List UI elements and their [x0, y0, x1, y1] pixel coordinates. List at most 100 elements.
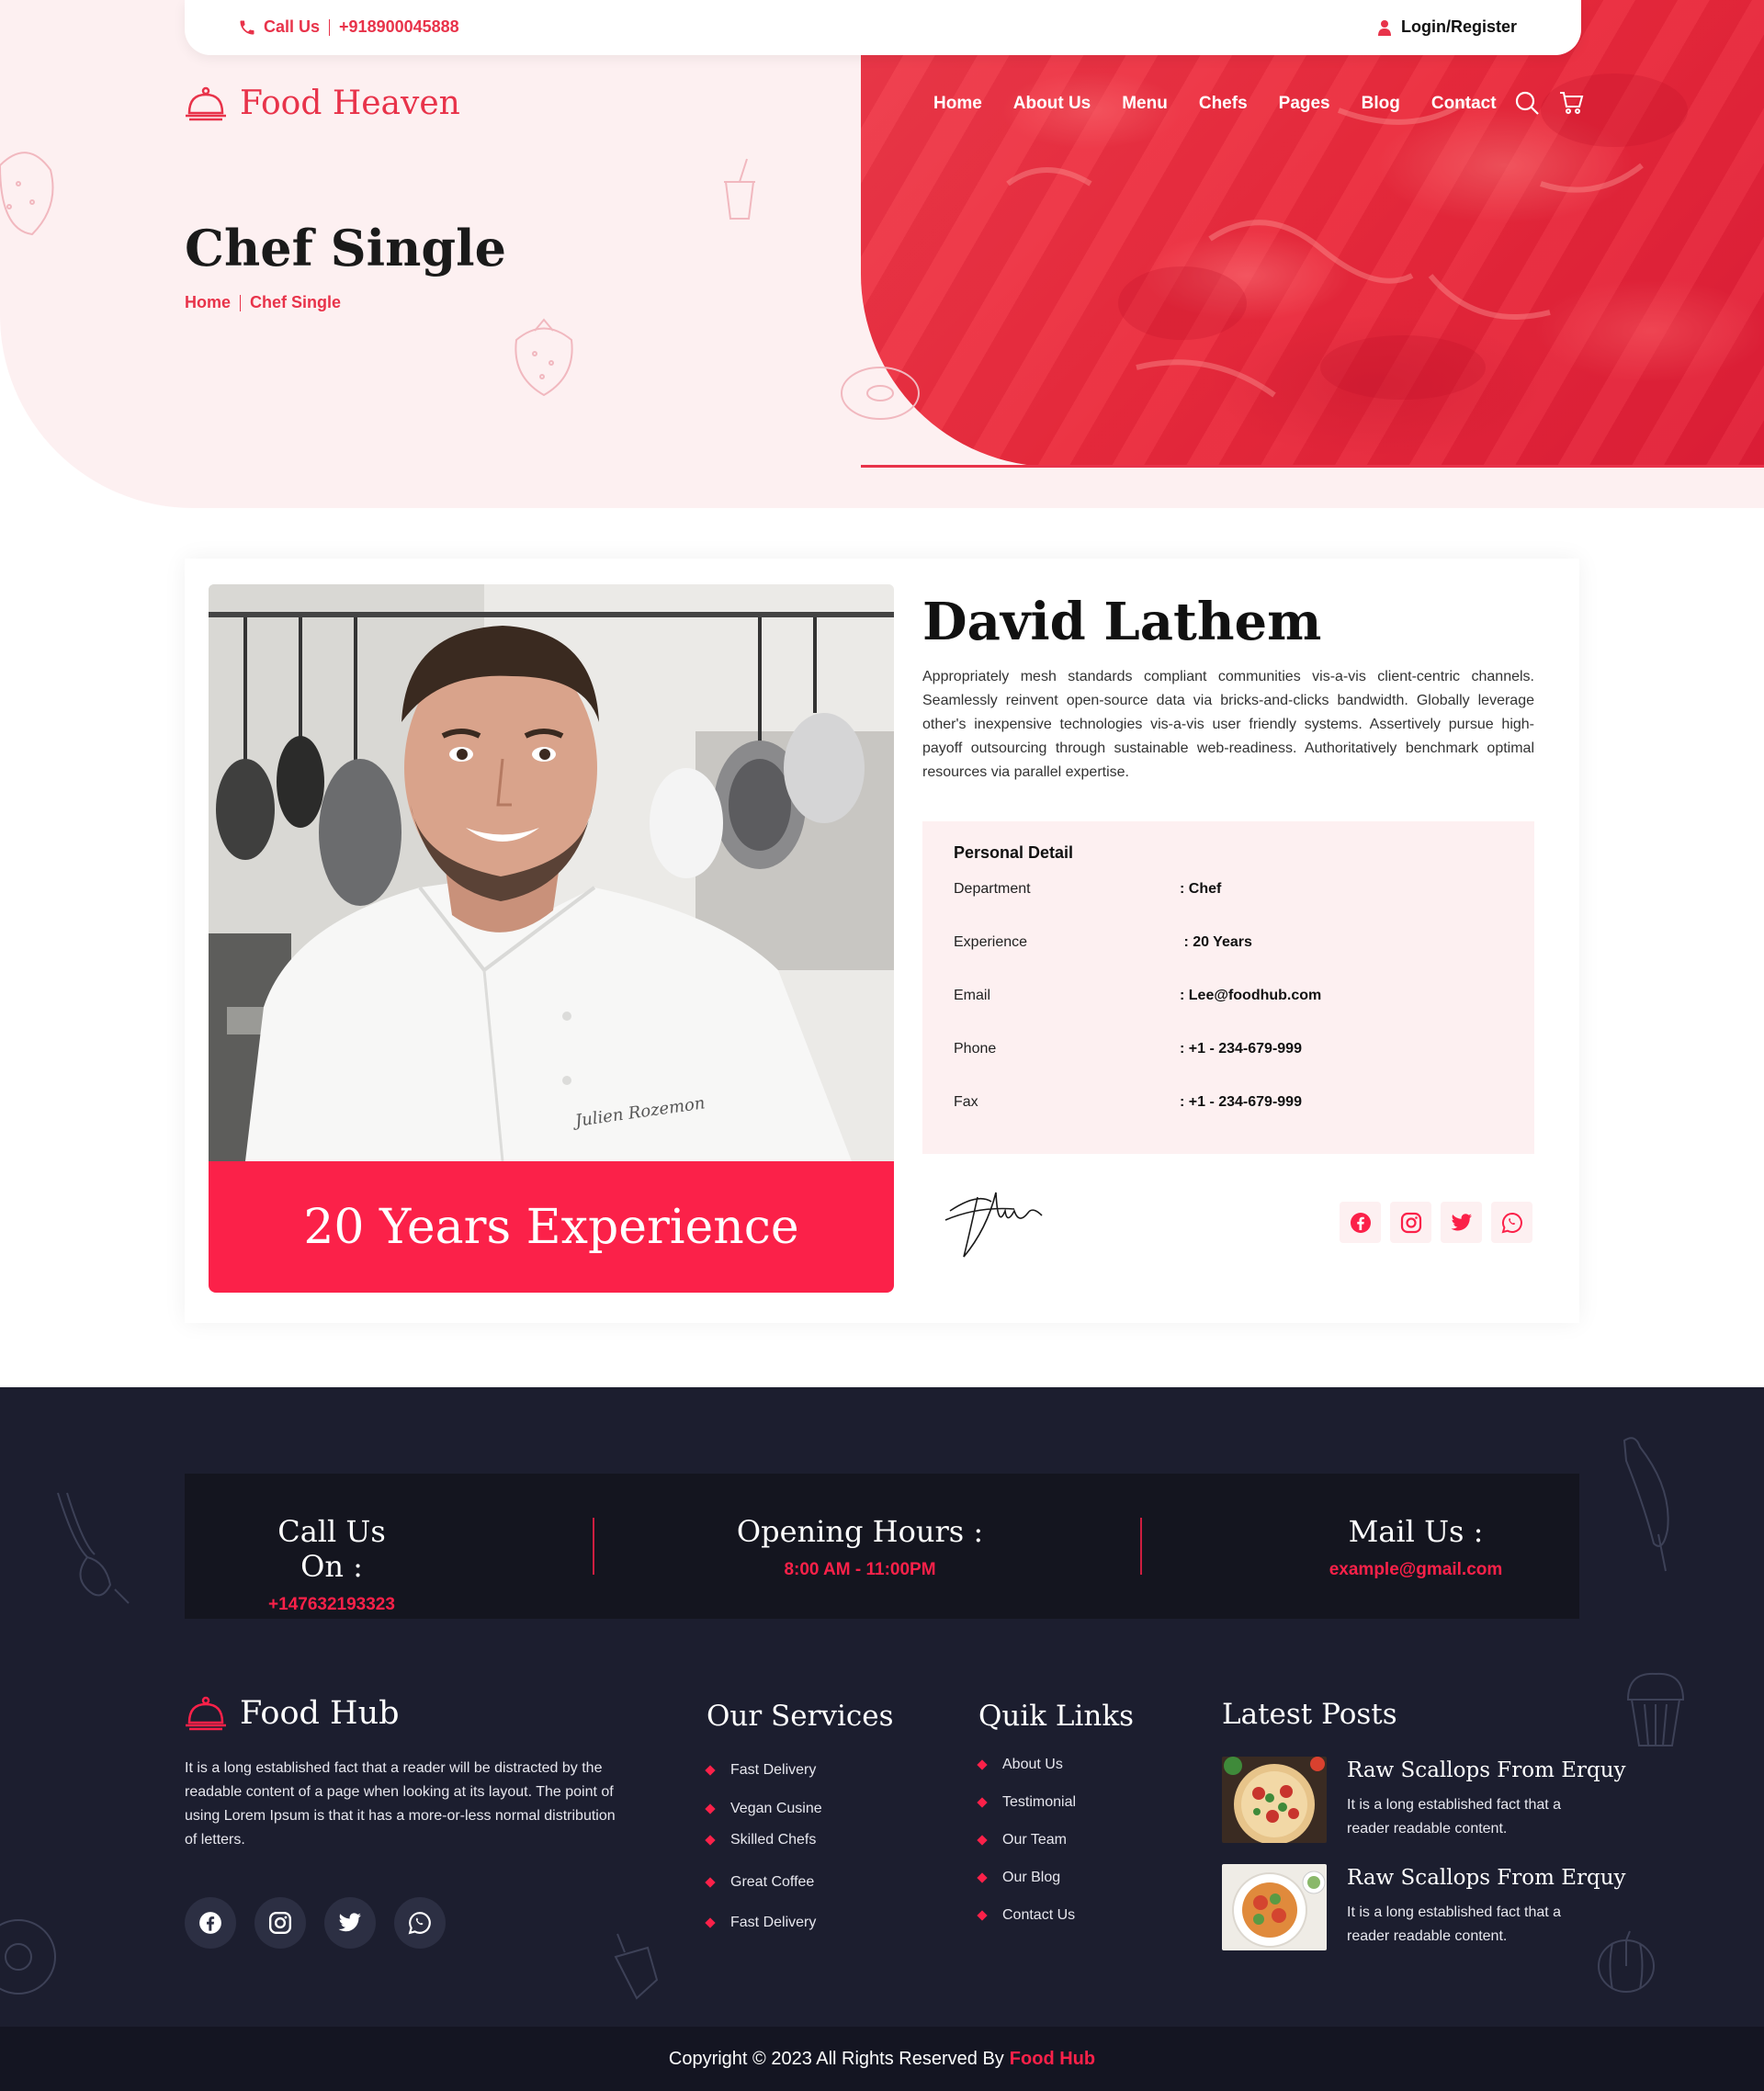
detail-label: Fax — [954, 1094, 978, 1110]
nav-contact[interactable]: Contact — [1431, 94, 1497, 114]
detail-value[interactable]: : Lee@foodhub.com — [1180, 988, 1321, 1041]
experience-banner-text: 20 Years Experience — [303, 1199, 799, 1255]
footer-logo[interactable]: Food Hub — [185, 1695, 400, 1732]
quick-links-title: Quik Links — [978, 1700, 1135, 1733]
brand-name: Food Heaven — [240, 85, 460, 122]
main-nav: Home About Us Menu Chefs Pages Blog Cont… — [933, 94, 1497, 114]
instagram-icon — [268, 1911, 292, 1935]
strawberry-doodle-icon-2 — [514, 318, 573, 397]
quick-link[interactable]: Testimonial — [977, 1783, 1134, 1821]
nav-menu[interactable]: Menu — [1122, 94, 1168, 114]
twitter-icon — [338, 1913, 361, 1932]
post-thumbnail-salad — [1222, 1864, 1327, 1950]
opening-hours-block: Opening Hours : 8:00 AM - 11:00PM — [736, 1514, 984, 1580]
detail-label: Experience — [954, 934, 1028, 950]
services-item[interactable]: Fast Delivery — [705, 1753, 894, 1788]
band-divider — [593, 1518, 594, 1575]
personal-detail-box: Personal Detail Department : Chef Experi… — [922, 821, 1534, 1154]
mail-us-address[interactable]: example@gmail.com — [1324, 1560, 1508, 1580]
quick-link[interactable]: About Us — [977, 1746, 1134, 1783]
detail-value: : Chef — [1180, 881, 1222, 897]
divider — [329, 18, 331, 36]
strawberry-doodle-icon — [0, 152, 54, 236]
post-title: Raw Scallops From Erquy — [1347, 1866, 1626, 1890]
quick-link[interactable]: Our Blog — [977, 1859, 1134, 1896]
nav-home[interactable]: Home — [933, 94, 982, 114]
services-item[interactable]: Skilled Chefs — [705, 1826, 894, 1854]
experience-banner: 20 Years Experience — [209, 1161, 894, 1293]
quick-links-list: About Us Testimonial Our Team Our Blog C… — [977, 1746, 1134, 1934]
latest-post-item[interactable]: Raw Scallops From Erquy It is a long est… — [1222, 1864, 1626, 1956]
quick-link-label: Testimonial — [1002, 1793, 1077, 1810]
site-logo[interactable]: Food Heaven — [185, 85, 460, 122]
phone-number: +918900045888 — [339, 17, 459, 36]
breadcrumb-home[interactable]: Home — [185, 293, 231, 312]
twitter-button[interactable] — [1441, 1202, 1482, 1243]
footer-about-text: It is a long established fact that a rea… — [185, 1760, 616, 1848]
nav-pages[interactable]: Pages — [1279, 94, 1330, 114]
footer-facebook-button[interactable] — [185, 1897, 236, 1949]
search-icon[interactable] — [1514, 90, 1540, 116]
detail-row-department: Department : Chef — [954, 881, 1503, 934]
drink-cup-doodle-icon — [724, 158, 755, 220]
quick-link[interactable]: Our Team — [977, 1821, 1134, 1859]
hero-image-accent-line — [861, 465, 1764, 468]
quick-link[interactable]: Contact Us — [977, 1896, 1134, 1934]
footer-twitter-button[interactable] — [324, 1897, 376, 1949]
quick-link-label: Our Team — [1002, 1831, 1067, 1848]
cloche-icon — [186, 86, 226, 120]
post-title: Raw Scallops From Erquy — [1347, 1758, 1626, 1782]
footer-instagram-button[interactable] — [254, 1897, 306, 1949]
page-title: Chef Single — [185, 219, 507, 277]
bullet-icon — [705, 1917, 716, 1928]
login-register-link[interactable]: Login/Register — [1377, 17, 1517, 37]
footer-links-column: Quik Links About Us Testimonial Our Team… — [977, 1700, 1135, 1934]
call-us-number[interactable]: +147632193323 — [258, 1595, 405, 1615]
nav-icons — [1514, 90, 1584, 116]
top-bar: Call Us +918900045888 Login/Register — [185, 0, 1581, 55]
services-item[interactable]: Great Coffee — [705, 1863, 894, 1902]
nav-about-us[interactable]: About Us — [1013, 94, 1091, 114]
whatsapp-button[interactable] — [1491, 1202, 1532, 1243]
chef-bio: Appropriately mesh standards compliant c… — [922, 669, 1534, 780]
opening-hours-title: Opening Hours : — [736, 1514, 984, 1549]
bullet-icon — [705, 1877, 716, 1888]
nav-blog[interactable]: Blog — [1362, 94, 1400, 114]
chef-photo: Julien Rozemon — [209, 584, 894, 1161]
opening-hours-value: 8:00 AM - 11:00PM — [784, 1560, 936, 1579]
nav-chefs[interactable]: Chefs — [1199, 94, 1248, 114]
facebook-icon — [1350, 1212, 1371, 1233]
bullet-icon — [977, 1909, 988, 1921]
footer-brand-name: Food Hub — [240, 1695, 400, 1732]
post-thumbnail-pizza — [1222, 1757, 1327, 1843]
post-description: It is a long established fact that a rea… — [1347, 1905, 1562, 1944]
services-item[interactable]: Fast Delivery — [705, 1905, 894, 1940]
bullet-icon — [977, 1834, 988, 1846]
services-item[interactable]: Vegan Cusine — [705, 1791, 894, 1826]
detail-label: Department — [954, 881, 1031, 897]
chef-signature — [944, 1192, 1043, 1258]
detail-value: : +1 - 234-679-999 — [1180, 1094, 1302, 1110]
call-us-link[interactable]: Call Us +918900045888 — [238, 17, 459, 37]
instagram-button[interactable] — [1390, 1202, 1431, 1243]
latest-posts-title: Latest Posts — [1222, 1698, 1397, 1731]
whatsapp-icon — [408, 1912, 431, 1935]
post-description: It is a long established fact that a rea… — [1347, 1797, 1562, 1837]
footer-services-column: Our Services Fast Delivery Vegan Cusine … — [705, 1700, 894, 1940]
cart-icon[interactable] — [1558, 90, 1584, 116]
bullet-icon — [977, 1796, 988, 1808]
muffin-doodle-icon — [1626, 1672, 1685, 1746]
band-divider — [1140, 1518, 1142, 1575]
copyright-bar: Copyright © 2023 All Rights Reserved By … — [0, 2027, 1764, 2091]
services-item-label: Vegan Cusine — [730, 1801, 822, 1816]
services-item-label: Skilled Chefs — [730, 1832, 817, 1848]
copyright-brand-link[interactable]: Food Hub — [1010, 2049, 1095, 2070]
latest-post-item[interactable]: Raw Scallops From Erquy It is a long est… — [1222, 1757, 1626, 1848]
services-item-label: Fast Delivery — [730, 1915, 817, 1930]
mail-us-block: Mail Us : example@gmail.com — [1324, 1514, 1508, 1580]
detail-row-experience: Experience : 20 Years — [954, 934, 1503, 988]
quick-link-label: Our Blog — [1002, 1869, 1061, 1885]
drink-cup-doodle-icon-footer — [614, 1933, 659, 2000]
facebook-button[interactable] — [1340, 1202, 1381, 1243]
footer-whatsapp-button[interactable] — [394, 1897, 446, 1949]
